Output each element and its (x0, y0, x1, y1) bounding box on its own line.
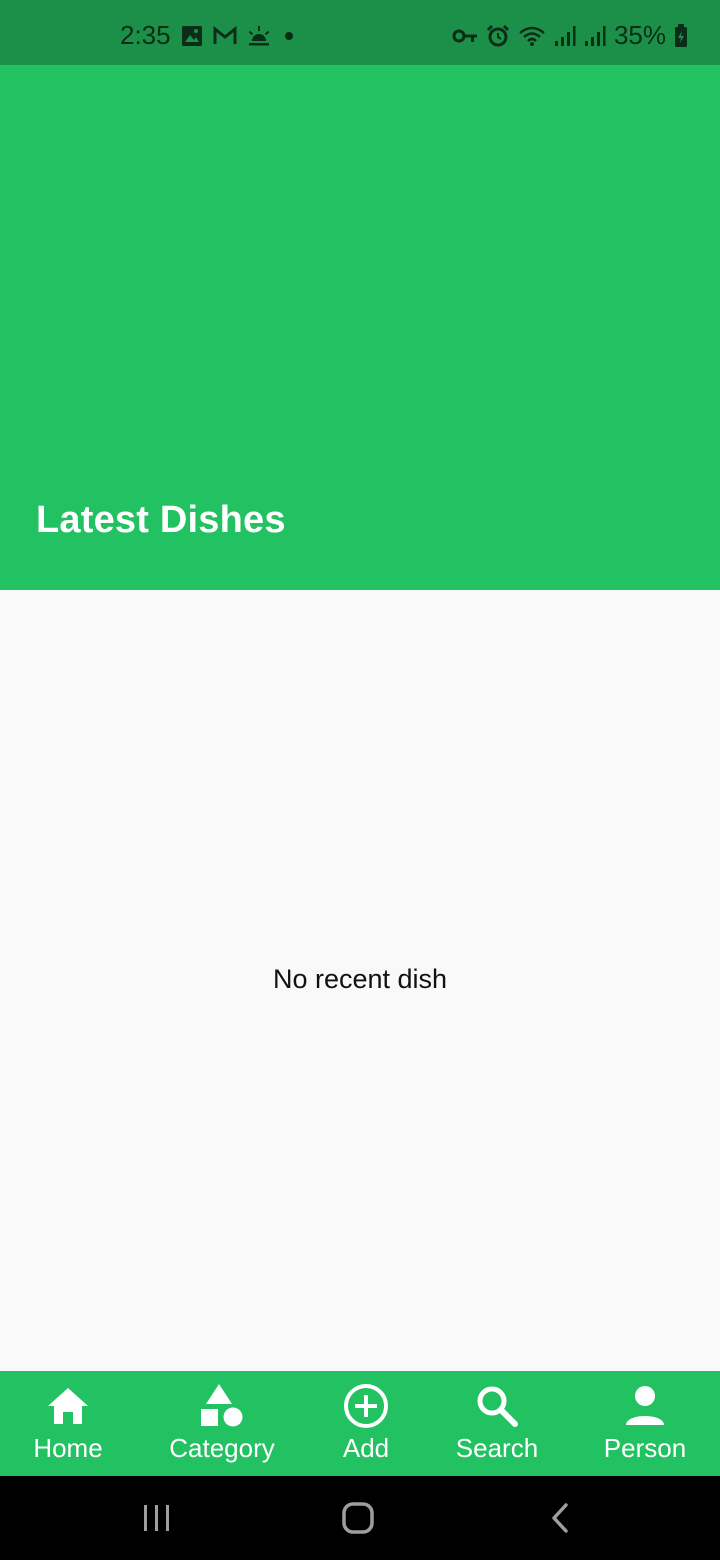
dish-list: No recent dish (0, 590, 720, 1371)
clock: 2:35 (120, 20, 171, 50)
back-icon[interactable] (530, 1494, 590, 1542)
recents-icon[interactable] (127, 1494, 187, 1542)
vpn-key-icon (452, 28, 478, 44)
nav-item-category[interactable]: Category (162, 1371, 282, 1476)
bottom-nav: Home Category Add Search Person (0, 1371, 720, 1476)
empty-state-message: No recent dish (272, 964, 448, 994)
image-icon (181, 25, 203, 47)
add-circle-icon (343, 1383, 389, 1429)
weather-icon (247, 25, 271, 47)
status-bar: 2:35 35% (0, 0, 720, 65)
person-icon (623, 1383, 667, 1429)
battery-icon (674, 23, 688, 48)
nav-item-person[interactable]: Person (596, 1371, 694, 1476)
category-icon (199, 1383, 245, 1429)
page-title: Latest Dishes (36, 499, 286, 541)
nav-label-add: Add (342, 1433, 390, 1463)
nav-item-add[interactable]: Add (330, 1371, 402, 1476)
search-icon (475, 1383, 519, 1429)
wifi-icon (518, 25, 546, 47)
header-banner: Latest Dishes (0, 65, 720, 590)
nav-item-search[interactable]: Search (448, 1371, 546, 1476)
alarm-icon (486, 24, 510, 48)
dot-icon (281, 28, 297, 44)
nav-label-category: Category (169, 1433, 275, 1463)
status-left: 2:35 (120, 20, 297, 51)
gmail-icon (213, 25, 237, 46)
system-nav-bar (0, 1476, 720, 1560)
nav-label-home: Home (33, 1433, 103, 1463)
home-button-icon[interactable] (328, 1494, 388, 1542)
nav-label-search: Search (455, 1433, 539, 1463)
home-icon (46, 1383, 90, 1429)
battery-percentage: 35% (613, 20, 666, 50)
signal-icon (584, 25, 606, 47)
signal-icon (554, 25, 576, 47)
status-right: 35% (452, 20, 688, 51)
nav-label-person: Person (603, 1433, 687, 1463)
nav-item-home[interactable]: Home (24, 1371, 112, 1476)
app-screen: 2:35 35% Latest Dishes No recent dish Ho… (0, 0, 720, 1560)
